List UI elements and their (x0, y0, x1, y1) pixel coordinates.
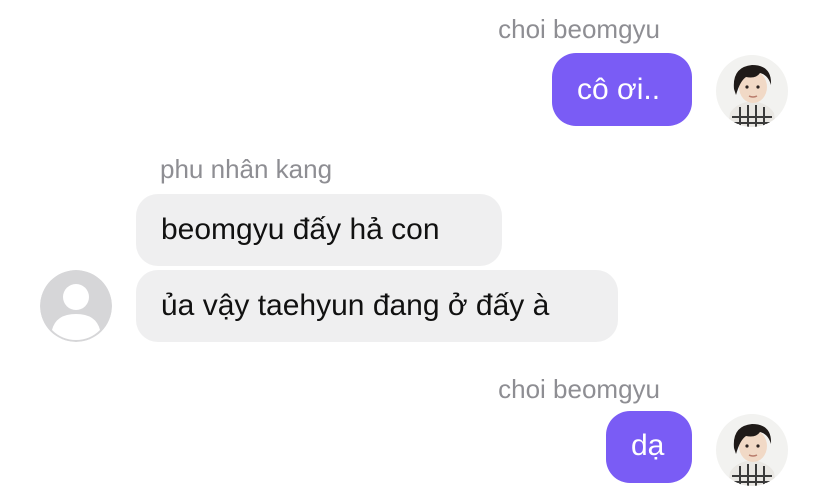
sender-name: phu nhân kang (160, 154, 333, 184)
contact-avatar[interactable] (40, 270, 112, 342)
message-bubble-outgoing[interactable]: cô ơi.. (552, 53, 692, 126)
user-avatar[interactable] (716, 414, 788, 486)
message-bubble-incoming[interactable]: beomgyu đấy hả con (136, 194, 502, 266)
message-bubble-incoming[interactable]: ủa vậy taehyun đang ở đấy à (136, 270, 618, 342)
user-photo-avatar-icon (716, 414, 788, 486)
message-text: beomgyu đấy hả con (161, 213, 440, 246)
sender-name: choi beomgyu (498, 374, 660, 404)
user-avatar[interactable] (716, 55, 788, 127)
message-bubble-outgoing[interactable]: dạ (606, 411, 692, 483)
sender-name: choi beomgyu (498, 14, 660, 44)
message-text: dạ (631, 429, 665, 462)
default-person-icon (40, 270, 112, 342)
message-text: cô ơi.. (577, 73, 661, 106)
user-photo-avatar-icon (716, 55, 788, 127)
message-text: ủa vậy taehyun đang ở đấy à (161, 289, 550, 322)
